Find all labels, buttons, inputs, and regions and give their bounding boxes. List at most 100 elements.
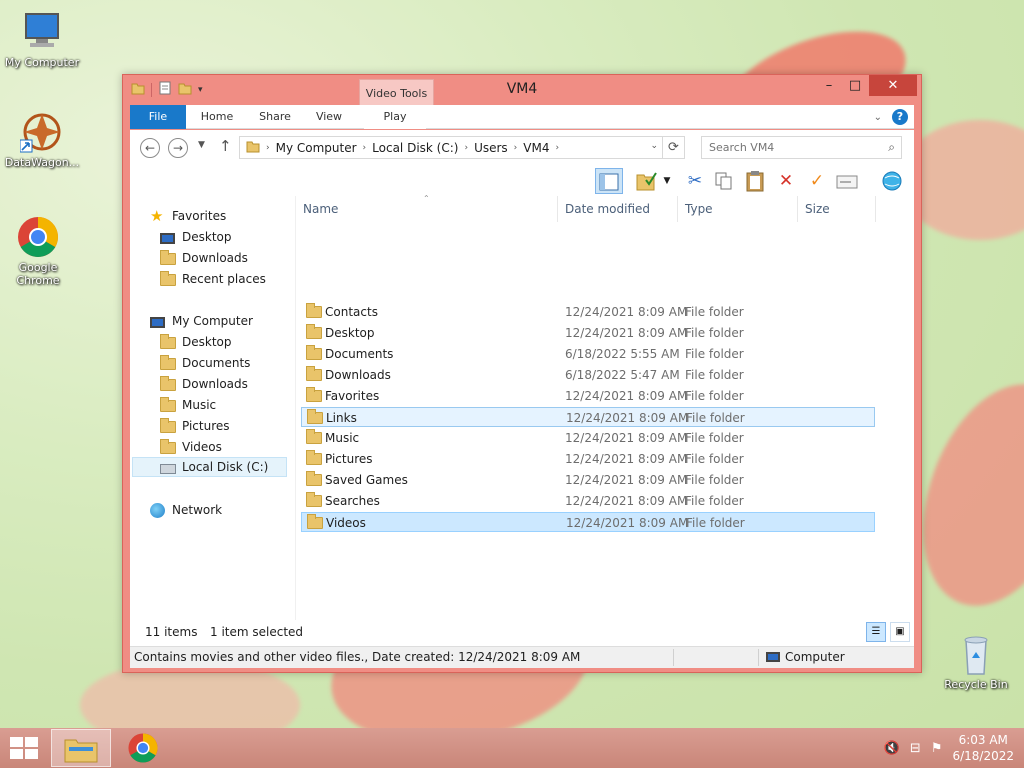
breadcrumb-users[interactable]: Users — [474, 141, 508, 155]
desktop-icon-datawagon[interactable]: DataWagon... — [0, 110, 84, 169]
clock[interactable]: 6:03 AM 6/18/2022 — [952, 732, 1014, 764]
breadcrumb-my-computer[interactable]: My Computer — [276, 141, 357, 155]
nav-computer-music[interactable]: Music — [160, 395, 216, 415]
cut-icon[interactable]: ✂ — [681, 168, 709, 194]
details-view-button[interactable]: ☰ — [866, 622, 886, 642]
column-header-date-modified[interactable]: Date modified — [558, 196, 678, 222]
nav-favorites[interactable]: ★ Favorites — [150, 206, 226, 226]
nav-label: Local Disk (C:) — [182, 460, 269, 474]
volume-muted-icon[interactable]: 🔇 — [884, 741, 900, 756]
tab-home[interactable]: Home — [192, 105, 242, 129]
select-all-button[interactable] — [633, 168, 661, 194]
videos-folder-icon — [307, 514, 323, 529]
file-row[interactable]: Searches 12/24/2021 8:09 AM File folder — [301, 491, 875, 511]
desktop-icon-label: My Computer — [4, 56, 80, 69]
nav-favorites-desktop[interactable]: Desktop — [160, 227, 232, 247]
folder-icon — [246, 139, 260, 156]
nav-computer-pictures[interactable]: Pictures — [160, 416, 230, 436]
content-area: ★ Favorites Desktop Downloads Recent pla… — [130, 194, 914, 620]
large-icons-view-button[interactable]: ▣ — [890, 622, 910, 642]
documents-folder-icon — [306, 345, 322, 360]
refresh-button[interactable]: ⟳ — [663, 136, 685, 159]
nav-network[interactable]: Network — [150, 500, 222, 520]
taskbar-google-chrome[interactable] — [113, 729, 173, 767]
column-header-size[interactable]: Size — [798, 196, 876, 222]
search-icon[interactable]: ⌕ — [888, 140, 895, 155]
file-row[interactable]: Music 12/24/2021 8:09 AM File folder — [301, 428, 875, 448]
file-row[interactable]: Links 12/24/2021 8:09 AM File folder — [301, 407, 875, 427]
tab-file[interactable]: File — [130, 105, 186, 129]
file-row[interactable]: Saved Games 12/24/2021 8:09 AM File fold… — [301, 470, 875, 490]
nav-my-computer[interactable]: My Computer — [150, 311, 253, 331]
column-header-name[interactable]: Name — [296, 196, 558, 222]
file-row[interactable]: Contacts 12/24/2021 8:09 AM File folder — [301, 302, 875, 322]
nav-label: My Computer — [172, 314, 253, 328]
chevron-down-icon[interactable]: ▼ — [660, 168, 674, 194]
contacts-folder-icon — [306, 303, 322, 318]
nav-computer-documents[interactable]: Documents — [160, 353, 250, 373]
tab-view[interactable]: View — [306, 105, 352, 129]
nav-favorites-downloads[interactable]: Downloads — [160, 248, 248, 268]
taskbar: 🔇 ⊟ ⚑ 6:03 AM 6/18/2022 — [0, 728, 1024, 768]
file-type: File folder — [685, 347, 744, 361]
status-bar: 11 items 1 item selected ☰ ▣ — [130, 620, 914, 646]
chevron-right-icon[interactable]: › — [555, 143, 559, 153]
chevron-right-icon[interactable]: › — [514, 143, 518, 153]
column-header-type[interactable]: Type — [678, 196, 798, 222]
file-date: 12/24/2021 8:09 AM — [566, 411, 689, 425]
network-icon[interactable]: ⊟ — [910, 741, 921, 756]
network-icon — [150, 503, 165, 518]
start-button[interactable] — [10, 737, 38, 759]
nav-computer-local-disk[interactable]: Local Disk (C:) — [132, 457, 287, 477]
properties-check-icon[interactable]: ✓ — [803, 168, 831, 194]
up-button[interactable]: ↑ — [219, 137, 232, 155]
copy-icon[interactable] — [710, 168, 738, 194]
saved-games-folder-icon — [306, 471, 322, 486]
search-input[interactable] — [702, 137, 872, 158]
paste-icon[interactable] — [741, 168, 769, 194]
chevron-right-icon[interactable]: › — [266, 143, 270, 153]
rename-icon[interactable] — [833, 168, 861, 194]
nav-computer-downloads[interactable]: Downloads — [160, 374, 248, 394]
help-icon[interactable]: ? — [892, 109, 908, 125]
taskbar-file-explorer[interactable] — [51, 729, 111, 767]
address-bar[interactable]: › My Computer › Local Disk (C:) › Users … — [239, 136, 663, 159]
file-explorer-icon — [64, 739, 98, 763]
file-row[interactable]: Desktop 12/24/2021 8:09 AM File folder — [301, 323, 875, 343]
desktop-icon-recycle-bin[interactable]: Recycle Bin — [934, 632, 1018, 691]
title-bar[interactable]: ▾ Video Tools VM4 – □ ✕ — [123, 75, 921, 125]
nav-label: Recent places — [182, 272, 266, 286]
forward-button[interactable]: → — [168, 138, 188, 158]
tab-share[interactable]: Share — [250, 105, 300, 129]
breadcrumb-vm4[interactable]: VM4 — [523, 141, 549, 155]
action-center-icon[interactable]: ⚑ — [931, 741, 943, 756]
file-row[interactable]: Downloads 6/18/2022 5:47 AM File folder — [301, 365, 875, 385]
links-folder-icon — [307, 409, 323, 424]
file-row[interactable]: Favorites 12/24/2021 8:09 AM File folder — [301, 386, 875, 406]
nav-favorites-recent-places[interactable]: Recent places — [160, 269, 266, 289]
globe-icon[interactable] — [878, 168, 906, 194]
expand-ribbon-icon[interactable]: ⌄ — [874, 112, 882, 123]
desktop-icon-my-computer[interactable]: My Computer — [0, 10, 84, 69]
chevron-right-icon[interactable]: › — [363, 143, 367, 153]
nav-computer-desktop[interactable]: Desktop — [160, 332, 232, 352]
close-button[interactable]: ✕ — [869, 75, 917, 96]
preview-pane-button[interactable] — [595, 168, 623, 194]
file-row[interactable]: Pictures 12/24/2021 8:09 AM File folder — [301, 449, 875, 469]
downloads-folder-icon — [160, 250, 176, 265]
breadcrumb-local-disk[interactable]: Local Disk (C:) — [372, 141, 458, 155]
location-indicator: Computer — [766, 650, 845, 664]
file-row[interactable]: Documents 6/18/2022 5:55 AM File folder — [301, 344, 875, 364]
chevron-right-icon[interactable]: › — [464, 143, 468, 153]
minimize-button[interactable]: – — [816, 75, 842, 96]
tab-play[interactable]: Play — [364, 105, 426, 129]
recent-locations-dropdown[interactable]: ▼ — [198, 140, 205, 150]
back-button[interactable]: ← — [140, 138, 160, 158]
maximize-button[interactable]: □ — [842, 75, 868, 96]
desktop-icon-label: Recycle Bin — [944, 678, 1008, 691]
delete-icon[interactable]: ✕ — [772, 168, 800, 194]
file-row-selected[interactable]: Videos 12/24/2021 8:09 AM File folder — [301, 512, 875, 532]
desktop-icon-google-chrome[interactable]: Google Chrome — [0, 215, 80, 287]
nav-computer-videos[interactable]: Videos — [160, 437, 222, 457]
chevron-down-icon[interactable]: ⌄ — [650, 141, 658, 151]
